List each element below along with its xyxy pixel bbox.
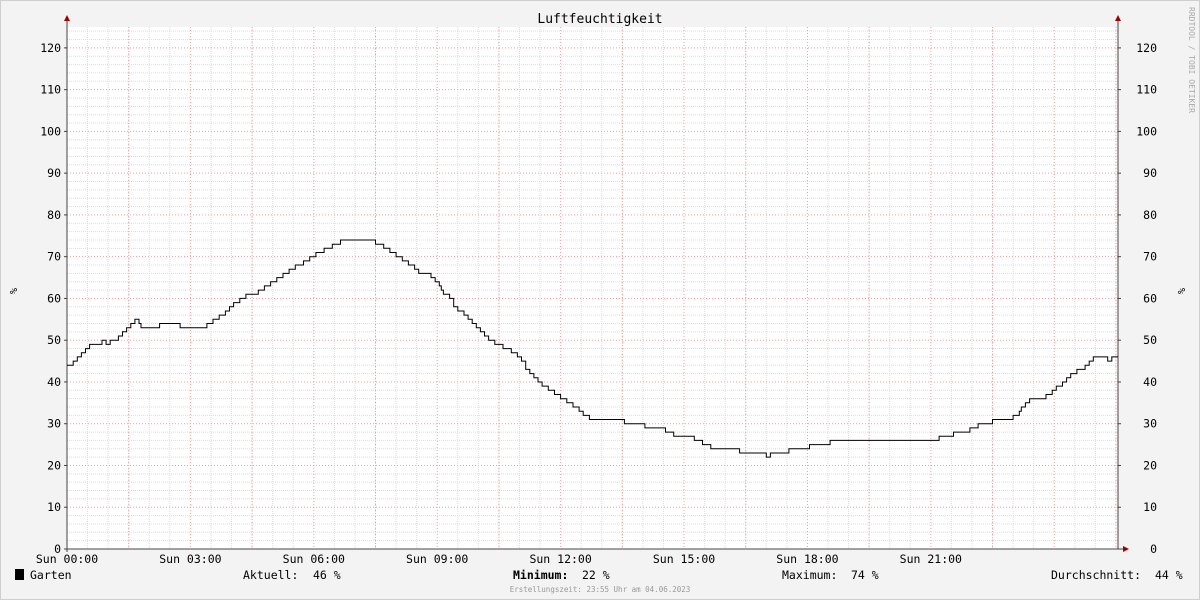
x-tick-label: Sun 12:00 <box>529 552 591 566</box>
y-tick-label: 10 <box>1143 500 1157 514</box>
y-tick-label: 70 <box>47 250 61 264</box>
y-tick-label: 100 <box>1136 124 1157 138</box>
y-tick-label: 10 <box>47 500 61 514</box>
y-tick-label: 80 <box>1143 208 1157 222</box>
legend-current-label: Aktuell: <box>243 568 298 582</box>
x-tick-label: Sun 09:00 <box>406 552 468 566</box>
y-tick-label: 110 <box>1136 83 1157 97</box>
legend-current-value: 46 % <box>313 568 341 582</box>
y-tick-label: 90 <box>47 166 61 180</box>
y-axis-label-right: % <box>1175 288 1186 294</box>
x-tick-label: Sun 15:00 <box>653 552 715 566</box>
y-tick-label: 70 <box>1143 250 1157 264</box>
y-tick-label: 50 <box>1143 333 1157 347</box>
y-tick-label: 20 <box>47 458 61 472</box>
humidity-chart: 0102030405060708090100110120 01020304050… <box>0 0 1200 600</box>
y-tick-label: 30 <box>47 417 61 431</box>
legend-series-name: Garten <box>30 568 72 582</box>
legend-min-value: 22 % <box>582 568 610 582</box>
y-tick-label: 110 <box>40 83 61 97</box>
legend-avg-value: 44 % <box>1155 568 1183 582</box>
legend-max-label: Maximum: <box>782 568 837 582</box>
y-tick-label: 40 <box>47 375 61 389</box>
watermark: RRDTOOL / TOBI OETIKER <box>1187 7 1196 113</box>
y-tick-label: 90 <box>1143 166 1157 180</box>
x-tick-label: Sun 18:00 <box>776 552 838 566</box>
y-tick-label: 50 <box>47 333 61 347</box>
x-tick-label: Sun 21:00 <box>900 552 962 566</box>
legend-min-label: Minimum: <box>513 568 568 582</box>
y-tick-label: 60 <box>1143 291 1157 305</box>
y-tick-label: 30 <box>1143 417 1157 431</box>
chart-title: Luftfeuchtigkeit <box>537 12 662 27</box>
x-tick-label: Sun 00:00 <box>36 552 98 566</box>
legend-swatch <box>15 569 24 580</box>
creation-timestamp: Erstellungszeit: 23:55 Uhr am 04.06.2023 <box>510 585 691 594</box>
y-tick-label: 120 <box>1136 41 1157 55</box>
x-tick-label: Sun 06:00 <box>283 552 345 566</box>
y-tick-label: 100 <box>40 124 61 138</box>
y-tick-label: 0 <box>1150 542 1157 556</box>
y-axis-label-left: % <box>7 288 18 294</box>
legend-avg-label: Durchschnitt: <box>1051 568 1141 582</box>
y-tick-label: 80 <box>47 208 61 222</box>
y-tick-label: 120 <box>40 41 61 55</box>
y-tick-label: 40 <box>1143 375 1157 389</box>
x-tick-label: Sun 03:00 <box>159 552 221 566</box>
y-tick-label: 20 <box>1143 458 1157 472</box>
legend-max-value: 74 % <box>851 568 879 582</box>
y-tick-label: 60 <box>47 291 61 305</box>
plot-area <box>67 27 1118 549</box>
